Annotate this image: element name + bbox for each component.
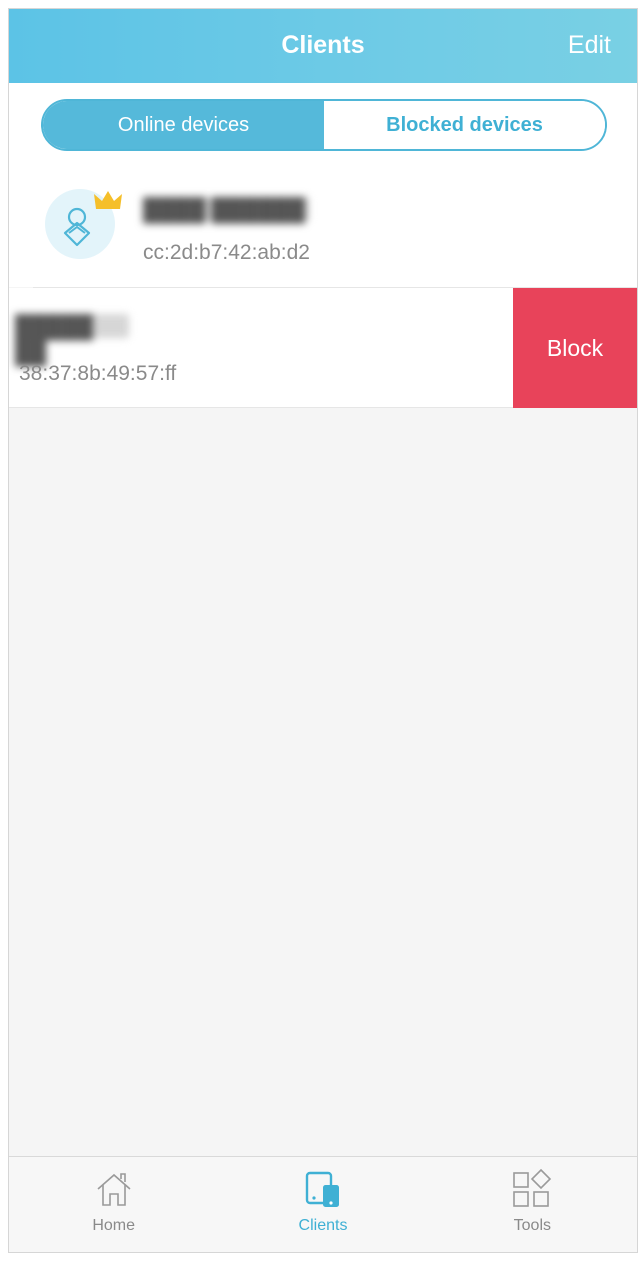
tab-home-label: Home bbox=[92, 1217, 135, 1234]
client-mac: 38:37:8b:49:57:ff bbox=[19, 362, 177, 385]
tab-tools-label: Tools bbox=[513, 1217, 551, 1234]
tab-clients-label: Clients bbox=[298, 1217, 348, 1234]
client-row[interactable]: ████ ██████ cc:2d:b7:42:ab:d2 bbox=[9, 169, 637, 287]
tab-tools[interactable]: Tools bbox=[428, 1157, 637, 1252]
tab-online-devices[interactable]: Online devices bbox=[43, 101, 324, 149]
block-button[interactable]: Block bbox=[513, 288, 637, 408]
bottom-tab-bar: Home Clients Tools bbox=[9, 1156, 637, 1252]
segment-bar: Online devices Blocked devices bbox=[9, 83, 637, 169]
crown-icon bbox=[94, 191, 122, 209]
tab-home[interactable]: Home bbox=[9, 1157, 218, 1252]
home-icon bbox=[97, 1173, 131, 1206]
tab-clients[interactable]: Clients bbox=[218, 1157, 427, 1252]
device-filter-segmented-control: Online devices Blocked devices bbox=[41, 99, 607, 151]
client-name: ████ ██████ bbox=[143, 197, 309, 222]
phone-screen: Clients Edit Online devices Blocked devi… bbox=[8, 8, 638, 1253]
client-row[interactable]: █████ ██ 38:37:8b:49:57:ff Block bbox=[9, 288, 637, 408]
page-title: Clients bbox=[281, 31, 365, 59]
client-mac: cc:2d:b7:42:ab:d2 bbox=[143, 241, 310, 264]
client-name: █████ ██ bbox=[15, 314, 129, 365]
tools-icon bbox=[513, 1168, 552, 1207]
devices-icon bbox=[305, 1171, 339, 1207]
tab-blocked-devices[interactable]: Blocked devices bbox=[324, 101, 605, 149]
header-bar: Clients Edit bbox=[9, 9, 637, 83]
edit-button[interactable]: Edit bbox=[568, 31, 611, 60]
